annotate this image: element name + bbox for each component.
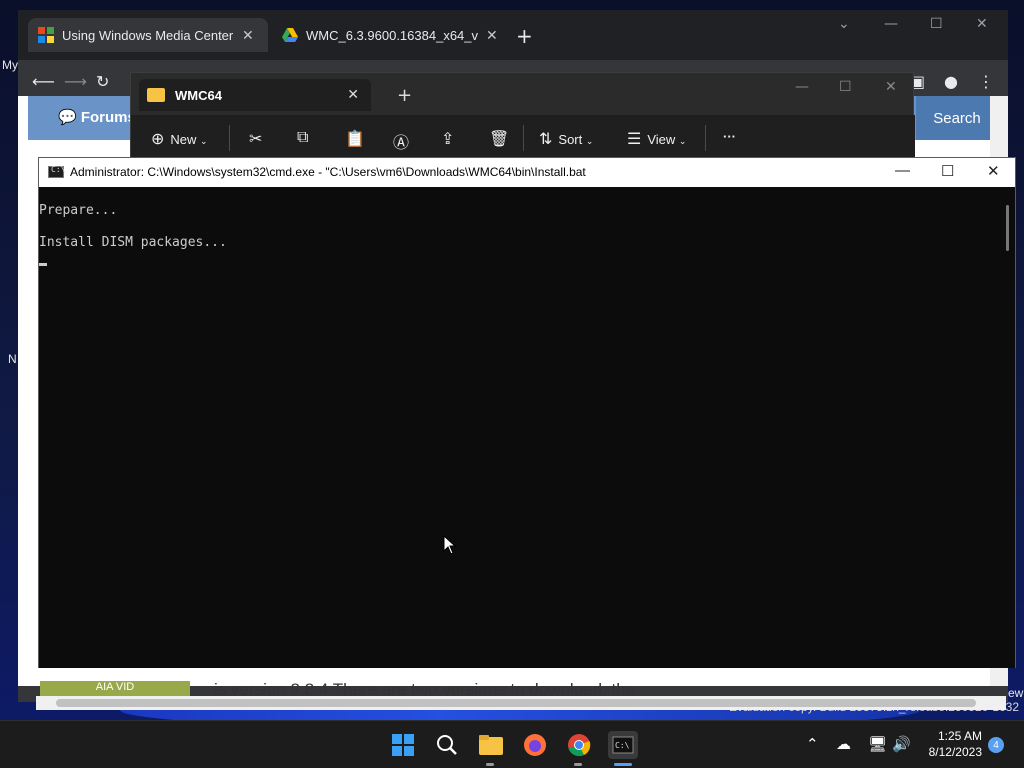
page-horizontal-scrollbar[interactable] <box>36 696 1006 710</box>
add-icon: ⊕ <box>151 131 165 148</box>
new-button[interactable]: ⊕ New ⌄ <box>151 129 208 149</box>
sort-icon: ⇅ <box>539 131 553 148</box>
cmd-window-title: Administrator: C:\Windows\system32\cmd.e… <box>70 165 586 179</box>
volume-icon[interactable]: 🔊 <box>892 735 911 753</box>
console-cursor <box>39 263 47 266</box>
maximize-icon[interactable]: ☐ <box>930 16 943 32</box>
sort-label: Sort <box>558 132 583 147</box>
view-label: View <box>647 132 676 147</box>
forward-icon[interactable]: ⟶ <box>64 72 87 91</box>
system-clock[interactable]: 1:25 AM 8/12/2023 <box>920 728 982 760</box>
file-explorer-window: WMC64 ✕ + — ☐ ✕ ⊕ New ⌄ ✂ ⧉ 📋 Ⓐ ⇪ 🗑 ⇅ Sort… <box>130 72 915 162</box>
show-hidden-icons-icon[interactable]: ⌃ <box>806 735 819 753</box>
console-output[interactable]: Prepare... Install DISM packages... <box>39 187 999 668</box>
back-icon[interactable]: ⟵ <box>32 72 55 91</box>
clock-time: 1:25 AM <box>937 729 982 743</box>
tab-search-icon[interactable]: ⌄ <box>838 16 850 32</box>
paste-icon[interactable]: 📋 <box>345 129 371 149</box>
search-icon[interactable] <box>433 731 461 759</box>
windows-media-center-favicon <box>38 27 54 43</box>
close-tab-icon[interactable]: ✕ <box>347 87 359 103</box>
close-icon[interactable]: ✕ <box>885 79 897 95</box>
console-line: Prepare... <box>39 203 118 218</box>
explorer-tab[interactable]: WMC64 ✕ <box>139 79 371 111</box>
browser-tab-active[interactable]: Using Windows Media Center in ✕ <box>28 18 268 52</box>
view-icon: ☰ <box>627 131 642 148</box>
rename-icon[interactable]: Ⓐ <box>393 129 415 153</box>
start-icon[interactable] <box>389 731 417 759</box>
mouse-pointer-icon <box>443 535 457 555</box>
running-indicator <box>574 763 582 766</box>
terminal-icon[interactable]: C:\ <box>608 731 638 759</box>
close-icon[interactable]: ✕ <box>987 162 1000 180</box>
profile-icon[interactable]: ● <box>944 72 958 91</box>
new-tab-button[interactable]: + <box>516 24 533 48</box>
cmd-title-bar[interactable]: C:\ Administrator: C:\Windows\system32\c… <box>39 158 1015 187</box>
onedrive-icon[interactable]: ☁ <box>836 735 851 753</box>
delete-icon[interactable]: 🗑 <box>489 129 515 149</box>
chrome-icon[interactable] <box>565 731 593 759</box>
site-search-button[interactable]: Search <box>916 96 998 140</box>
desktop-fragment-right: ew <box>1008 686 1024 700</box>
copy-icon[interactable]: ⧉ <box>297 129 314 147</box>
taskbar: C:\ ⌃ ☁ 🖥 🔊 1:25 AM 8/12/2023 4 <box>0 720 1024 768</box>
close-tab-icon[interactable]: ✕ <box>242 27 254 44</box>
close-icon[interactable]: ✕ <box>976 16 988 32</box>
browser-tab[interactable]: WMC_6.3.9600.16384_x64_v12.7z ✕ <box>272 18 512 52</box>
maximize-icon[interactable]: ☐ <box>941 162 954 180</box>
explorer-command-bar: ⊕ New ⌄ ✂ ⧉ 📋 Ⓐ ⇪ 🗑 ⇅ Sort ⌄ ☰ View ⌄ ··· <box>131 115 915 161</box>
active-indicator <box>614 763 632 766</box>
chevron-down-icon: ⌄ <box>585 136 594 146</box>
console-scrollbar[interactable] <box>999 187 1015 668</box>
command-prompt-window: C:\ Administrator: C:\Windows\system32\c… <box>38 157 1016 668</box>
explorer-tab-title: WMC64 <box>175 87 222 103</box>
browser-tab-title: Using Windows Media Center in <box>62 27 234 43</box>
file-explorer-icon[interactable] <box>477 731 505 759</box>
share-icon[interactable]: ⇪ <box>441 129 460 149</box>
horizontal-scroll-thumb[interactable] <box>56 699 976 707</box>
browser-tab-strip: Using Windows Media Center in ✕ WMC_6.3.… <box>18 10 1008 60</box>
forums-link[interactable]: 💬 Forums <box>58 108 136 126</box>
svg-text:C:\: C:\ <box>615 741 630 750</box>
maximize-icon[interactable]: ☐ <box>839 79 852 95</box>
close-tab-icon[interactable]: ✕ <box>486 27 498 44</box>
clock-date: 8/12/2023 <box>928 745 982 759</box>
forums-label: Forums <box>80 109 136 126</box>
desktop-fragment-mid: N <box>8 352 17 366</box>
browser-tab-title: WMC_6.3.9600.16384_x64_v12.7z <box>306 27 478 43</box>
toolbar-divider <box>523 125 524 151</box>
new-tab-button[interactable]: + <box>397 85 412 106</box>
desktop-fragment-top: My <box>2 58 18 72</box>
toolbar-divider <box>229 125 230 151</box>
view-button[interactable]: ☰ View ⌄ <box>627 129 686 149</box>
console-scroll-thumb[interactable] <box>1006 205 1009 251</box>
sidebar-thumbnail-label: AIA VID <box>95 681 135 693</box>
network-icon[interactable]: 🖥 <box>868 735 887 753</box>
toolbar-divider <box>705 125 706 151</box>
sort-button[interactable]: ⇅ Sort ⌄ <box>539 129 593 149</box>
reload-icon[interactable]: ↻ <box>96 72 109 91</box>
folder-icon <box>147 88 165 102</box>
chevron-down-icon: ⌄ <box>200 136 208 146</box>
chat-icon: 💬 <box>58 109 77 126</box>
minimize-icon[interactable]: — <box>895 162 910 179</box>
notification-badge[interactable]: 4 <box>988 737 1004 753</box>
new-label: New <box>170 132 197 147</box>
cmd-icon: C:\ <box>48 165 65 178</box>
minimize-icon[interactable]: — <box>795 79 809 95</box>
see-more-button[interactable]: ··· <box>723 129 736 144</box>
menu-icon[interactable]: ⋮ <box>978 72 994 91</box>
cut-icon[interactable]: ✂ <box>249 129 268 149</box>
running-indicator <box>486 763 494 766</box>
minimize-icon[interactable]: — <box>884 16 898 32</box>
firefox-icon[interactable] <box>521 731 549 759</box>
chevron-down-icon: ⌄ <box>678 136 687 146</box>
console-line: Install DISM packages... <box>39 235 227 250</box>
google-drive-favicon <box>282 28 298 42</box>
